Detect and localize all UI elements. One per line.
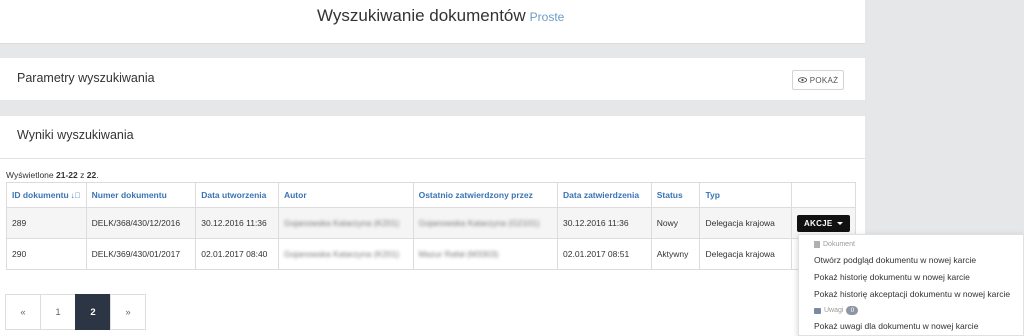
cell-approver: Gojanowska Katarzyna (G2101) bbox=[412, 207, 559, 239]
column-header-created[interactable]: Data utworzenia bbox=[195, 182, 279, 208]
cell-approved-date: 30.12.2016 11:36 bbox=[557, 207, 652, 239]
page-title-text: Wyszukiwanie dokumentów bbox=[317, 6, 526, 25]
search-params-heading: Parametry wyszukiwania bbox=[17, 71, 155, 85]
cell-author: Gojanowska Katarzyna (K201) bbox=[277, 238, 414, 270]
column-header-author[interactable]: Autor bbox=[277, 182, 414, 208]
results-table: ID dokumentu ↓⃟ Numer dokumentu Data utwo… bbox=[6, 182, 857, 270]
column-header-approved-date[interactable]: Data zatwierdzenia bbox=[557, 182, 652, 208]
dropdown-section-notes: Uwagi 0 bbox=[814, 306, 859, 315]
cell-approver: Mazur Rafał (M3303) bbox=[412, 238, 559, 270]
sort-icon: ↓⃟ bbox=[70, 191, 81, 200]
cell-type: Delegacja krajowa bbox=[699, 238, 792, 270]
pagination-page-2[interactable]: 2 bbox=[75, 294, 111, 330]
document-icon bbox=[814, 241, 820, 248]
notes-count-badge: 0 bbox=[846, 306, 859, 315]
pagination-next[interactable]: » bbox=[110, 294, 146, 330]
column-header-actions bbox=[790, 182, 857, 208]
show-params-button[interactable]: POKAŻ bbox=[792, 70, 844, 90]
dropdown-section-notes-label: Uwagi bbox=[824, 307, 844, 314]
cell-status: Nowy bbox=[650, 207, 701, 239]
divider bbox=[0, 158, 865, 159]
dropdown-section-document-label: Dokument bbox=[823, 241, 855, 248]
cell-author-text: Gojanowska Katarzyna (K201) bbox=[283, 249, 400, 259]
cell-author-text: Gojanowska Katarzyna (K201) bbox=[283, 218, 400, 228]
actions-button[interactable]: AKCJE bbox=[796, 214, 850, 232]
search-params-panel: Parametry wyszukiwania bbox=[0, 58, 865, 100]
table-header-row: ID dokumentu ↓⃟ Numer dokumentu Data utwo… bbox=[6, 182, 857, 208]
table-row: 290 DELK/369/430/01/2017 02.01.2017 08:4… bbox=[6, 238, 857, 270]
shown-total: 22 bbox=[86, 170, 97, 180]
caret-down-icon bbox=[836, 221, 843, 225]
cell-id: 290 bbox=[6, 238, 87, 270]
cell-id: 289 bbox=[6, 207, 87, 239]
pagination-page-1[interactable]: 1 bbox=[40, 294, 76, 330]
cell-type: Delegacja krajowa bbox=[699, 207, 792, 239]
cell-author: Gojanowska Katarzyna (K201) bbox=[277, 207, 414, 239]
cell-approved-date: 02.01.2017 08:51 bbox=[557, 238, 652, 270]
column-header-status[interactable]: Status bbox=[650, 182, 701, 208]
cell-approver-text: Mazur Rafał (M3303) bbox=[418, 249, 499, 259]
cell-created: 30.12.2016 11:36 bbox=[195, 207, 279, 239]
shown-suffix: . bbox=[96, 170, 99, 180]
main-content: Wyszukiwanie dokumentów Proste Parametry … bbox=[0, 0, 865, 336]
menu-item-open-preview[interactable]: Otwórz podgląd dokumentu w nowej karcie bbox=[814, 255, 976, 265]
comment-icon bbox=[814, 307, 821, 314]
menu-item-approval-history[interactable]: Pokaż historię akceptacji dokumentu w no… bbox=[814, 289, 1010, 299]
search-results-heading: Wyniki wyszukiwania bbox=[17, 128, 134, 142]
column-header-id-label: ID dokumentu bbox=[12, 190, 69, 200]
cell-number: DELK/368/430/12/2016 bbox=[85, 207, 197, 239]
shown-of: z bbox=[77, 170, 87, 180]
pagination: « 1 2 » bbox=[5, 294, 146, 330]
dropdown-section-document: Dokument bbox=[814, 241, 855, 248]
table-row: 289 DELK/368/430/12/2016 30.12.2016 11:3… bbox=[6, 207, 857, 239]
page-title: Wyszukiwanie dokumentów Proste bbox=[317, 6, 564, 26]
column-header-id[interactable]: ID dokumentu ↓⃟ bbox=[6, 182, 87, 208]
column-header-type[interactable]: Typ bbox=[699, 182, 792, 208]
pagination-prev[interactable]: « bbox=[5, 294, 41, 330]
cell-created: 02.01.2017 08:40 bbox=[195, 238, 279, 270]
shown-range: 21-22 bbox=[56, 170, 78, 180]
actions-dropdown-menu: Dokument Otwórz podgląd dokumentu w nowe… bbox=[798, 234, 1024, 336]
page-subtitle: Proste bbox=[529, 10, 565, 24]
eye-icon bbox=[797, 77, 807, 83]
cell-approver-text: Gojanowska Katarzyna (G2101) bbox=[418, 218, 540, 228]
cell-status: Aktywny bbox=[650, 238, 701, 270]
menu-item-show-notes[interactable]: Pokaż uwagi dla dokumentu w nowej karcie bbox=[814, 321, 978, 331]
actions-button-label: AKCJE bbox=[803, 218, 833, 228]
column-header-number[interactable]: Numer dokumentu bbox=[85, 182, 197, 208]
shown-count-text: Wyświetlone 21-22 z 22. bbox=[6, 170, 99, 180]
title-panel: Wyszukiwanie dokumentów Proste bbox=[0, 0, 865, 44]
shown-prefix: Wyświetlone bbox=[6, 170, 56, 180]
column-header-approver[interactable]: Ostatnio zatwierdzony przez bbox=[412, 182, 559, 208]
menu-item-history[interactable]: Pokaż historię dokumentu w nowej karcie bbox=[814, 272, 970, 282]
cell-number: DELK/369/430/01/2017 bbox=[85, 238, 197, 270]
show-params-label: POKAŻ bbox=[809, 75, 839, 85]
